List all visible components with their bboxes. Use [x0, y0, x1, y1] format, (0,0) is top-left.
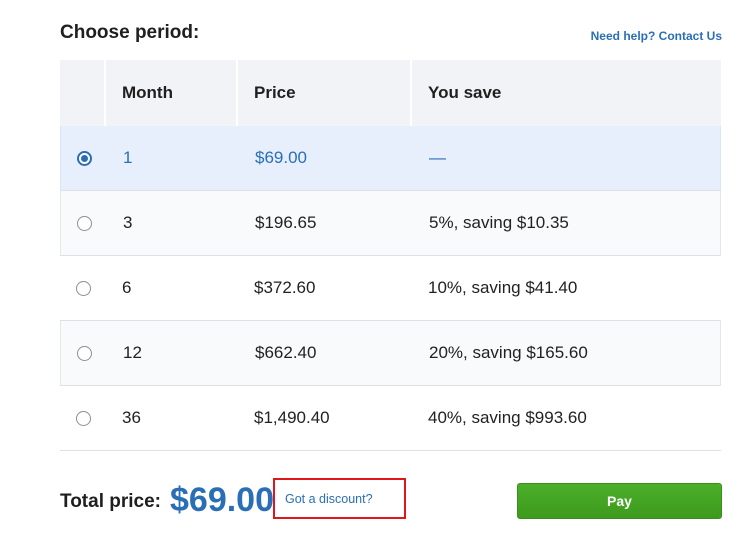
table-row[interactable]: 12 $662.40 20%, saving $165.60 — [60, 321, 721, 386]
contact-us-link[interactable]: Need help? Contact Us — [591, 29, 722, 43]
table-header: Month Price You save — [60, 60, 721, 126]
save-cell: 5%, saving $10.35 — [429, 213, 569, 232]
header-month: Month — [106, 60, 238, 126]
month-cell: 12 — [123, 343, 142, 362]
price-cell: $69.00 — [255, 148, 307, 167]
price-cell: $662.40 — [255, 343, 317, 362]
page-title: Choose period: — [60, 22, 200, 43]
save-cell: — — [429, 148, 446, 167]
month-cell: 36 — [122, 408, 141, 427]
month-cell: 3 — [123, 213, 133, 232]
period-radio-12[interactable] — [76, 345, 92, 361]
discount-link[interactable]: Got a discount? — [285, 492, 373, 506]
period-table: Month Price You save 1 $69.00 — 3 $196.6… — [60, 60, 721, 451]
table-row[interactable]: 3 $196.65 5%, saving $10.35 — [60, 191, 721, 256]
table-row[interactable]: 36 $1,490.40 40%, saving $993.60 — [60, 386, 721, 451]
period-radio-36[interactable] — [75, 410, 91, 426]
header-price: Price — [238, 60, 412, 126]
price-cell: $1,490.40 — [254, 408, 330, 427]
period-radio-1[interactable] — [76, 150, 92, 166]
header-you-save: You save — [412, 60, 721, 126]
table-row[interactable]: 6 $372.60 10%, saving $41.40 — [60, 256, 721, 321]
save-cell: 40%, saving $993.60 — [428, 408, 587, 427]
month-cell: 1 — [123, 148, 133, 167]
period-radio-6[interactable] — [75, 280, 91, 296]
price-cell: $196.65 — [255, 213, 317, 232]
month-cell: 6 — [122, 278, 132, 297]
total-price-value: $69.00 — [170, 481, 274, 519]
period-radio-3[interactable] — [76, 215, 92, 231]
pay-button[interactable]: Pay — [517, 483, 722, 519]
price-cell: $372.60 — [254, 278, 316, 297]
save-cell: 10%, saving $41.40 — [428, 278, 578, 297]
header-radio-cell — [60, 60, 106, 126]
table-row[interactable]: 1 $69.00 — — [60, 126, 721, 191]
discount-highlight: Got a discount? — [273, 478, 406, 519]
total-price-label: Total price: — [60, 491, 161, 512]
save-cell: 20%, saving $165.60 — [429, 343, 588, 362]
